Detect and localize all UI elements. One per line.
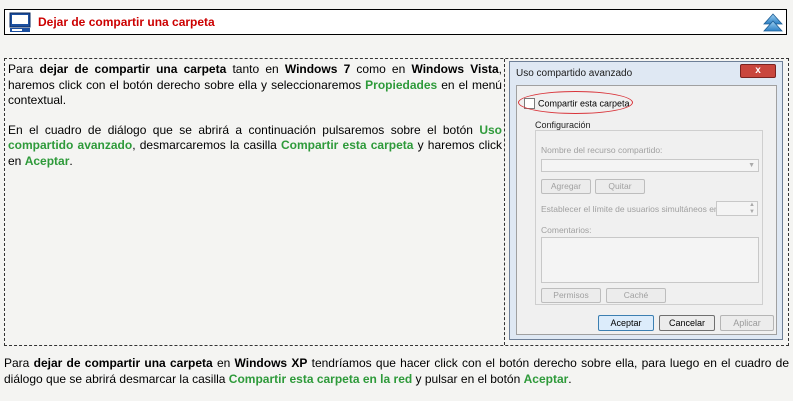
ok-button[interactable]: Aceptar <box>598 315 654 331</box>
text: , desmarcaremos la casilla <box>132 138 282 152</box>
page-title: Dejar de compartir una carpeta <box>38 15 215 29</box>
settings-group: Nombre del recurso compartido: ▼ Agregar… <box>535 130 763 305</box>
instructions-text: Para dejar de compartir una carpeta tant… <box>5 59 505 345</box>
spin-up-icon[interactable]: ▲ <box>749 202 755 208</box>
cache-button[interactable]: Caché <box>606 288 666 303</box>
windows-xp-paragraph: Para dejar de compartir una carpeta en W… <box>4 356 789 387</box>
share-name-select[interactable]: ▼ <box>541 159 759 172</box>
apply-button[interactable]: Aplicar <box>720 315 774 331</box>
bold-text: Windows 7 <box>284 62 351 76</box>
text: en <box>212 356 235 370</box>
cancel-button[interactable]: Cancelar <box>659 315 715 331</box>
chevron-down-icon: ▼ <box>748 162 755 169</box>
comments-field[interactable] <box>541 237 759 283</box>
close-button[interactable]: x <box>740 64 776 78</box>
highlight-text: Aceptar <box>24 153 70 168</box>
highlight-text: Aceptar <box>523 371 569 386</box>
comments-label: Comentarios: <box>541 225 592 235</box>
advanced-sharing-dialog: Uso compartido avanzado x Compartir esta… <box>509 61 783 340</box>
highlight-text: Propiedades <box>365 77 438 92</box>
checkbox-label: Compartir esta carpeta <box>538 98 630 109</box>
paragraph-dialog-steps: En el cuadro de diálogo que se abrirá a … <box>8 123 502 170</box>
text: y pulsar en el botón <box>412 371 524 386</box>
text: Para <box>8 62 40 76</box>
text: . <box>568 371 572 386</box>
bold-text: Windows XP <box>234 356 308 370</box>
share-folder-checkbox[interactable]: Compartir esta carpeta <box>524 98 630 110</box>
user-limit-label: Establecer el límite de usuarios simultá… <box>541 204 722 214</box>
text: En el cuadro de diálogo que se abrirá a … <box>8 122 480 137</box>
checkbox-icon[interactable] <box>524 98 535 110</box>
computer-icon <box>9 12 31 32</box>
scroll-up-icon[interactable] <box>763 13 783 34</box>
user-limit-spinner[interactable]: ▲ ▼ <box>716 201 758 216</box>
dialog-body: Compartir esta carpeta Configuración Nom… <box>516 85 777 335</box>
spin-down-icon[interactable]: ▼ <box>749 209 755 215</box>
text: tanto en <box>226 62 285 76</box>
share-name-label: Nombre del recurso compartido: <box>541 145 663 155</box>
section-header: Dejar de compartir una carpeta <box>4 9 787 35</box>
group-label: Configuración <box>535 120 591 130</box>
highlight-text: Compartir esta carpeta <box>281 138 414 152</box>
dialog-screenshot: Uso compartido avanzado x Compartir esta… <box>505 59 788 345</box>
bold-text: dejar de compartir una carpeta <box>39 62 227 76</box>
dialog-title: Uso compartido avanzado <box>516 68 633 79</box>
content-table: Para dejar de compartir una carpeta tant… <box>4 58 789 346</box>
remove-button[interactable]: Quitar <box>595 179 645 194</box>
bold-text: dejar de compartir una carpeta <box>33 356 213 370</box>
permissions-button[interactable]: Permisos <box>541 288 601 303</box>
text: Para <box>4 356 34 370</box>
highlight-text: Compartir esta carpeta en la red <box>228 371 413 386</box>
text: como en <box>350 62 412 76</box>
bold-text: Windows Vista <box>411 62 499 76</box>
add-button[interactable]: Agregar <box>541 179 591 194</box>
text: . <box>69 153 73 168</box>
paragraph-vista-7: Para dejar de compartir una carpeta tant… <box>8 62 502 109</box>
